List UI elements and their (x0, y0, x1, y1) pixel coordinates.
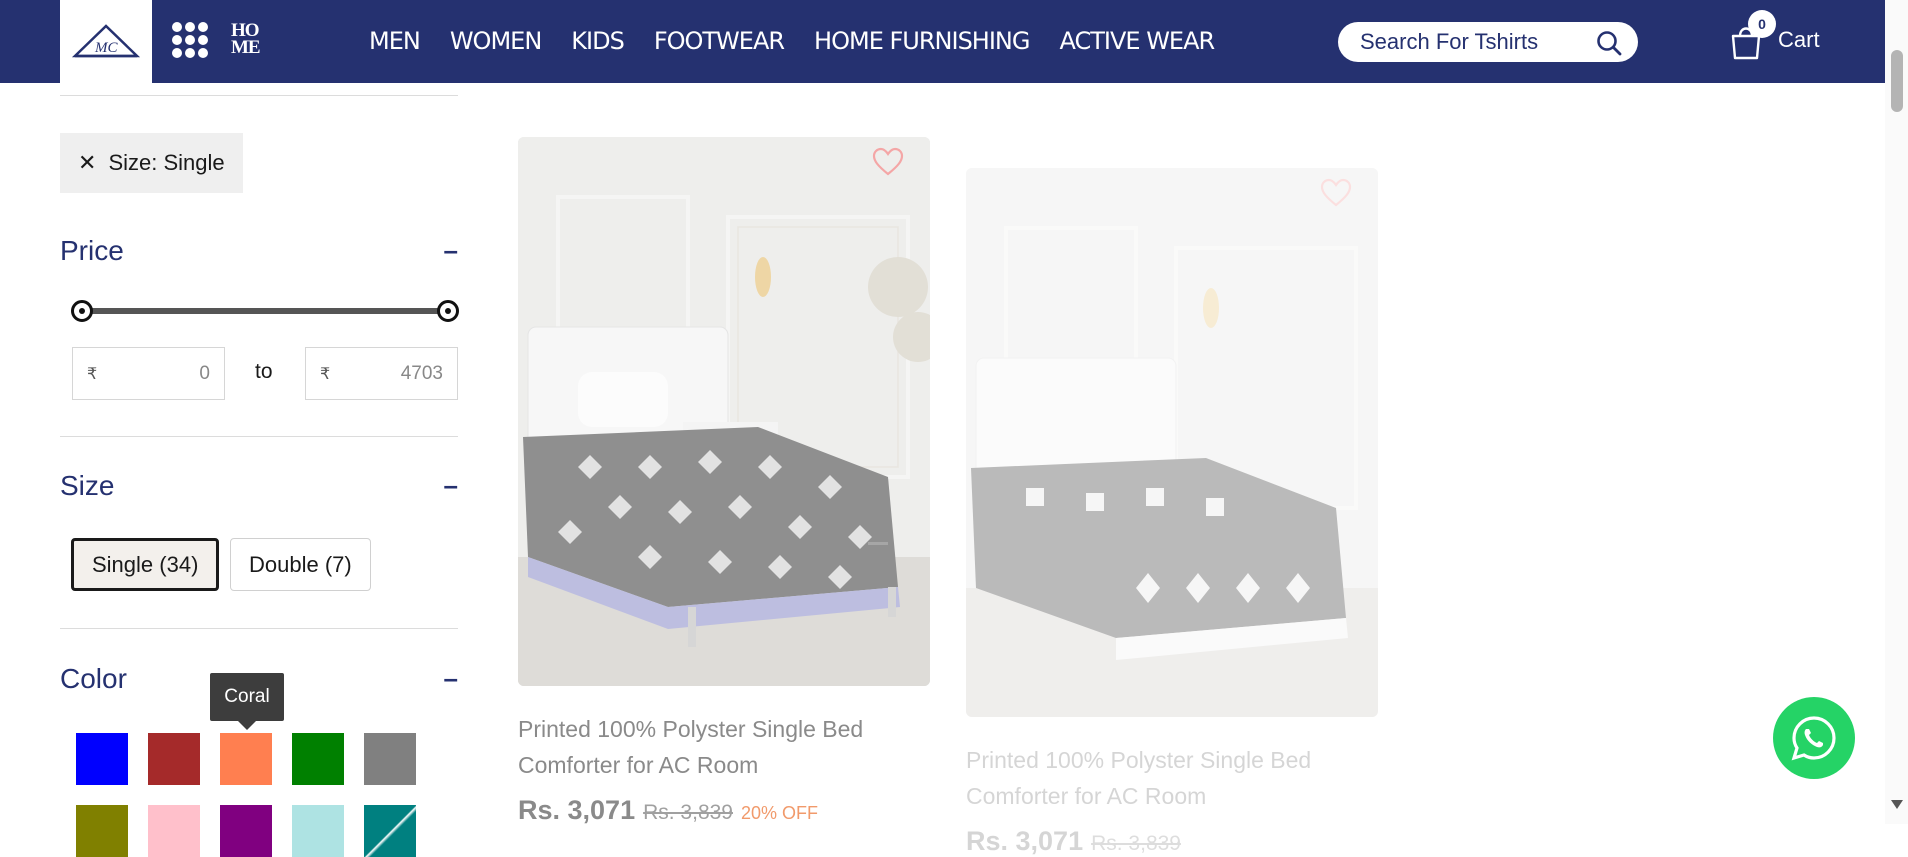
apps-grid-icon[interactable] (172, 22, 208, 58)
active-filter-label: Size: Single (108, 150, 225, 175)
brand-logo[interactable]: MC (60, 0, 152, 83)
price-to-label: to (255, 360, 273, 383)
search-box (1338, 22, 1638, 62)
color-swatch-green[interactable] (292, 733, 344, 785)
whatsapp-icon (1791, 716, 1836, 761)
nav-kids[interactable]: KIDS (571, 24, 625, 58)
product-price-row: Rs. 3,071 Rs. 3,839 20% OFF (518, 795, 818, 826)
cart-button[interactable]: 0 Cart (1728, 10, 1820, 62)
home-logo-line2: ME (231, 37, 261, 58)
product-price: Rs. 3,071 (518, 795, 636, 825)
wishlist-heart-icon[interactable] (872, 147, 904, 177)
price-collapse-icon[interactable]: – (444, 235, 458, 266)
product-mrp: Rs. 3,839 (1091, 832, 1181, 855)
divider (60, 628, 458, 629)
nav-footwear[interactable]: FOOTWEAR (654, 24, 785, 58)
size-section-title[interactable]: Size (60, 470, 114, 502)
price-max-handle[interactable] (437, 300, 459, 322)
product-image[interactable] (518, 137, 930, 686)
price-min-handle[interactable] (71, 300, 93, 322)
cart-label: Cart (1778, 27, 1820, 52)
divider (60, 95, 458, 96)
color-swatch-blue[interactable] (76, 733, 128, 785)
nav-home-furnishing[interactable]: HOME FURNISHING (814, 24, 1030, 58)
nav-women[interactable]: WOMEN (450, 24, 542, 58)
scroll-down-arrow-icon[interactable] (1891, 800, 1903, 809)
price-max-field[interactable]: ₹ 4703 (305, 347, 458, 400)
color-swatch-aqua[interactable] (292, 805, 344, 857)
size-collapse-icon[interactable]: – (444, 470, 458, 501)
top-navbar: MC HO ME MEN WOMEN KIDS FOOTWEAR HOME FU… (0, 0, 1885, 83)
page-scrollbar[interactable] (1885, 0, 1908, 824)
color-collapse-icon[interactable]: – (444, 663, 458, 694)
remove-filter-icon[interactable]: ✕ (78, 150, 96, 176)
price-section-title[interactable]: Price (60, 235, 124, 267)
scrollbar-thumb[interactable] (1891, 50, 1903, 112)
color-swatch-purple[interactable] (220, 805, 272, 857)
cart-count-badge: 0 (1748, 10, 1776, 38)
product-price: Rs. 3,071 (966, 826, 1084, 856)
nav-active-wear[interactable]: ACTIVE WEAR (1059, 24, 1215, 58)
product-image[interactable] (966, 168, 1378, 717)
cart-bag-icon: 0 (1728, 10, 1776, 62)
product-title[interactable]: Printed 100% Polyster Single Bed Comfort… (518, 711, 930, 783)
home-logo[interactable]: HO ME (231, 21, 261, 58)
whatsapp-chat-button[interactable] (1773, 697, 1855, 779)
color-swatch-brown[interactable] (148, 733, 200, 785)
product-price-row: Rs. 3,071 Rs. 3,839 (966, 826, 1181, 857)
currency-symbol: ₹ (87, 365, 98, 383)
color-swatch-grey[interactable] (364, 733, 416, 785)
price-range-slider[interactable] (71, 300, 459, 322)
currency-symbol: ₹ (320, 365, 331, 383)
color-swatch-pink[interactable] (148, 805, 200, 857)
search-input[interactable] (1360, 29, 1590, 55)
main-nav: MEN WOMEN KIDS FOOTWEAR HOME FURNISHING … (369, 24, 1244, 58)
nav-men[interactable]: MEN (369, 24, 421, 58)
size-option-double[interactable]: Double (7) (230, 538, 371, 591)
color-section-title[interactable]: Color (60, 663, 127, 695)
search-icon[interactable] (1596, 30, 1622, 56)
active-filter-chip[interactable]: ✕ Size: Single (60, 133, 243, 193)
brand-logo-icon: MC (71, 23, 141, 57)
wishlist-heart-icon[interactable] (1320, 178, 1352, 208)
color-swatch-coral[interactable] (220, 733, 272, 785)
product-mrp: Rs. 3,839 (643, 801, 733, 824)
color-tooltip: Coral (210, 673, 284, 730)
price-min-value: 0 (199, 362, 210, 384)
price-max-value: 4703 (400, 362, 443, 384)
color-swatch-olive[interactable] (76, 805, 128, 857)
product-title[interactable]: Printed 100% Polyster Single Bed Comfort… (966, 742, 1378, 814)
divider (60, 436, 458, 437)
svg-text:MC: MC (94, 40, 118, 56)
product-discount: 20% OFF (740, 803, 819, 823)
size-option-single[interactable]: Single (34) (71, 538, 220, 591)
color-swatch-teal[interactable] (364, 805, 416, 857)
price-min-field[interactable]: ₹ 0 (72, 347, 225, 400)
